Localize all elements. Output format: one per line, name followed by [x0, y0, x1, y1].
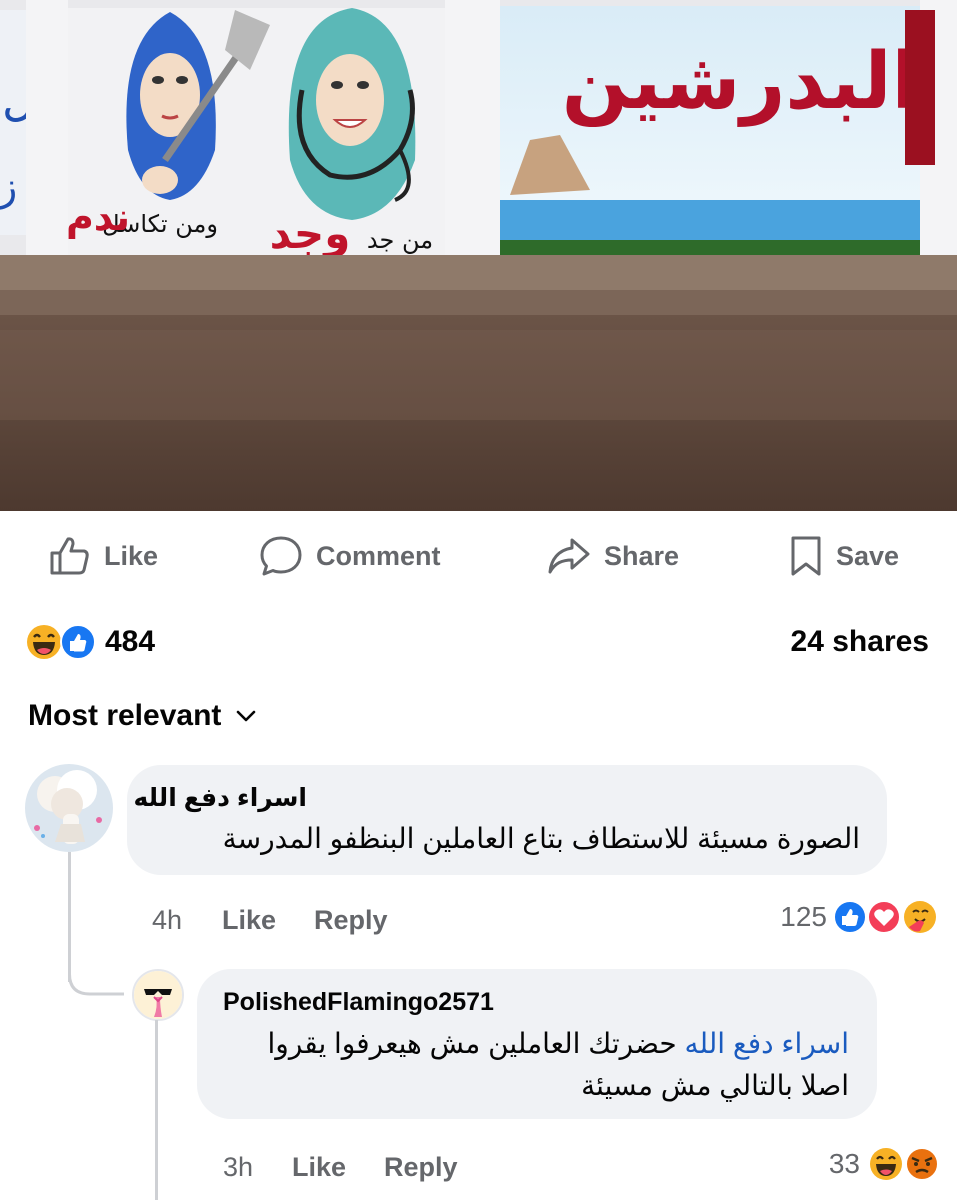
comment-like-button[interactable]: Like: [222, 903, 276, 937]
save-button[interactable]: Save: [788, 521, 899, 591]
love-icon: [867, 900, 901, 934]
angry-icon: [905, 1147, 939, 1181]
reaction-count[interactable]: 484: [105, 624, 155, 660]
share-arrow-icon: [548, 538, 590, 574]
mural-title: البدرشين: [562, 37, 919, 127]
mural-slogan-left-big: ندم: [66, 195, 130, 240]
reply-reaction-count[interactable]: 33: [790, 1147, 860, 1181]
chevron-down-icon: [237, 710, 256, 722]
laugh-icon: [870, 1148, 902, 1180]
reply-thread-connector: [68, 960, 124, 996]
comment-reaction-icons[interactable]: [832, 897, 942, 937]
reply-text-content: حضرتك العاملين مش هيعرفوا يقروا: [267, 1028, 677, 1059]
comment-bubble-icon: [260, 536, 302, 576]
mural-slogan-right-small: من جد: [367, 226, 433, 254]
care-icon: [904, 901, 936, 933]
reaction-icons[interactable]: [26, 624, 98, 660]
reply-bubble[interactable]: PolishedFlamingo2571 اسراء دفع الله حضرت…: [197, 969, 877, 1119]
reply-reaction-icons[interactable]: [868, 1144, 948, 1184]
reply-mention[interactable]: اسراء دفع الله: [684, 1028, 849, 1059]
like-icon: [60, 624, 96, 660]
thumbs-up-icon: [50, 537, 89, 575]
mural-slogan-right-big: وجد: [270, 209, 351, 259]
comment-timestamp[interactable]: 4h: [152, 903, 182, 937]
reply-like-button[interactable]: Like: [292, 1150, 346, 1184]
comment-bubble[interactable]: اسراء دفع الله الصورة مسيئة للاستطاف بتا…: [127, 765, 887, 875]
laugh-icon: [27, 625, 61, 659]
reply-author[interactable]: PolishedFlamingo2571: [223, 986, 494, 1018]
comment-button[interactable]: Comment: [258, 521, 441, 591]
share-button[interactable]: Share: [546, 521, 679, 591]
post-action-bar: Like Comment Share Save: [0, 521, 957, 591]
comment-reply-button[interactable]: Reply: [314, 903, 388, 937]
comments-sort-label: Most relevant: [28, 699, 222, 732]
share-button-label: Share: [604, 540, 680, 571]
like-button[interactable]: Like: [48, 521, 158, 591]
comments-sort-dropdown[interactable]: Most relevant: [28, 694, 257, 738]
bookmark-icon: [791, 536, 821, 576]
reactions-summary: 484 24 shares: [0, 618, 957, 666]
comment-reaction-count[interactable]: 125: [745, 900, 827, 934]
reply-timestamp[interactable]: 3h: [223, 1150, 253, 1184]
commenter-avatar[interactable]: [25, 764, 113, 852]
reply-avatar[interactable]: [132, 969, 184, 1021]
post-photo[interactable]: ال ز ومن تكاسل ندم من جد وجد البدرشين: [0, 0, 957, 511]
reply-reply-button[interactable]: Reply: [384, 1150, 458, 1184]
reply-text-line2: اصلا بالتالي مش مسيئة: [581, 1070, 849, 1101]
like-button-label: Like: [104, 540, 159, 571]
reply-thread-line-2: [155, 1020, 158, 1200]
shares-count[interactable]: 24 shares: [791, 624, 929, 660]
comment-button-label: Comment: [316, 540, 441, 571]
like-icon: [833, 900, 867, 934]
reply-text-line1: اسراء دفع الله حضرتك العاملين مش هيعرفوا…: [268, 1024, 849, 1064]
svg-text:ز: ز: [0, 164, 17, 210]
save-button-label: Save: [836, 540, 900, 571]
comment-text: الصورة مسيئة للاستطاف بتاع العاملين البن…: [222, 823, 860, 854]
comment-author[interactable]: اسراء دفع الله: [133, 782, 307, 814]
